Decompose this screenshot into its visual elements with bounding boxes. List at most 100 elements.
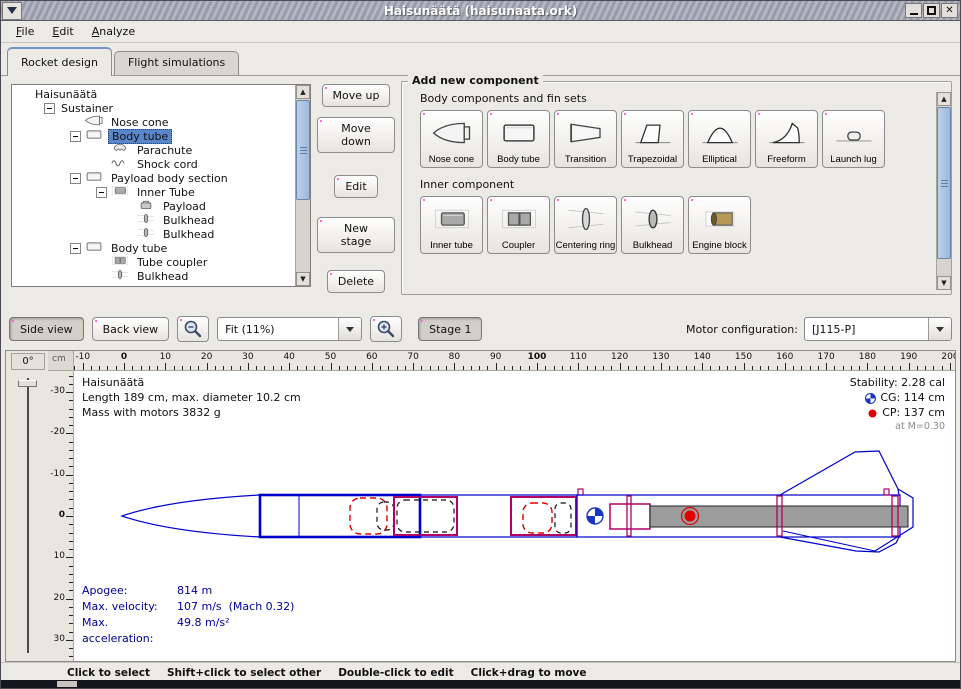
- centering-ring-outline[interactable]: [627, 496, 631, 536]
- add-centering-ring-button[interactable]: Centering ring: [554, 196, 617, 254]
- tree-scrollbar[interactable]: ▲ ▼: [295, 85, 310, 286]
- tree-item-body-tube[interactable]: Body tube: [12, 129, 294, 143]
- scroll-down-icon[interactable]: ▼: [937, 276, 951, 290]
- move-up-button[interactable]: Move up: [322, 84, 391, 107]
- move-down-button[interactable]: Move down: [317, 117, 395, 153]
- add-elliptical-button[interactable]: Elliptical: [688, 110, 751, 168]
- side-view-button[interactable]: Side view: [9, 317, 84, 341]
- tab-rocket-design[interactable]: Rocket design: [7, 47, 112, 76]
- add-freeform-button[interactable]: Freeform: [755, 110, 818, 168]
- maximize-button[interactable]: [923, 3, 940, 18]
- tree-item-payload-body-section[interactable]: Payload body section: [12, 171, 294, 185]
- back-view-button[interactable]: Back view: [92, 317, 170, 341]
- tree-item-haisunäätä[interactable]: Haisunäätä: [12, 87, 294, 101]
- add-launch-lug-button[interactable]: Launch lug: [822, 110, 885, 168]
- bodytube-icon: [84, 128, 104, 141]
- collapse-icon[interactable]: [44, 103, 55, 114]
- zoom-level-combo[interactable]: Fit (11%): [217, 317, 362, 341]
- fin-top-outline[interactable]: [780, 451, 899, 495]
- close-button[interactable]: ✕: [941, 3, 958, 18]
- elliptical-icon: [697, 119, 743, 147]
- tree-indent: [122, 215, 133, 226]
- coupler-icon: [110, 254, 130, 267]
- rotation-slider-track[interactable]: [27, 378, 29, 653]
- nosecone-icon: [429, 119, 475, 147]
- tree-item-bulkhead[interactable]: Bulkhead: [12, 213, 294, 227]
- tree-item-tube-coupler[interactable]: Tube coupler: [12, 255, 294, 269]
- add-component-scrollbar[interactable]: ▲ ▼: [936, 92, 951, 290]
- add-trapezoidal-button[interactable]: Trapezoidal: [621, 110, 684, 168]
- add-body-tube-button[interactable]: Body tube: [487, 110, 550, 168]
- zoom-in-button[interactable]: [370, 316, 402, 342]
- add-coupler-button[interactable]: Coupler: [487, 196, 550, 254]
- tree-item-shock-cord[interactable]: Shock cord: [12, 157, 294, 171]
- h-ruler-label: 170: [813, 352, 839, 362]
- collapse-icon[interactable]: [70, 243, 81, 254]
- component-button-label: Centering ring: [556, 241, 616, 251]
- tree-item-bulkhead[interactable]: Bulkhead: [12, 227, 294, 241]
- h-ruler-label: 30: [235, 352, 261, 362]
- tree-item-bulkhead[interactable]: Bulkhead: [12, 269, 294, 283]
- h-ruler-label: 50: [318, 352, 344, 362]
- edit-button[interactable]: Edit: [334, 175, 377, 198]
- fin-bottom-outline[interactable]: [780, 537, 899, 552]
- parachute-outline[interactable]: [350, 498, 387, 534]
- menu-analyze[interactable]: Analyze: [83, 22, 144, 41]
- add-inner-tube-button[interactable]: Inner tube: [420, 196, 483, 254]
- window-title: Haisunäätä (haisunaata.ork): [1, 4, 960, 18]
- body-tube-selected-outline[interactable]: [260, 495, 420, 537]
- add-engine-block-button[interactable]: Engine block: [688, 196, 751, 254]
- motor-configuration-combo[interactable]: [J115-P]: [804, 317, 952, 341]
- tree-item-label: Nose cone: [108, 116, 171, 129]
- scroll-down-icon[interactable]: ▼: [296, 272, 310, 286]
- menu-edit[interactable]: Edit: [43, 22, 82, 41]
- menu-file[interactable]: File: [7, 22, 43, 41]
- tree-indent: [70, 117, 81, 128]
- minimize-icon: [910, 13, 918, 15]
- add-nose-cone-button[interactable]: Nose cone: [420, 110, 483, 168]
- tree-scrollbar-thumb[interactable]: [296, 100, 310, 200]
- nose-cone-outline[interactable]: [122, 495, 260, 537]
- tree-item-label: Payload: [160, 200, 209, 213]
- component-button-label: Elliptical: [702, 155, 737, 165]
- combo-arrow[interactable]: [928, 318, 951, 340]
- add-component-scrollbar-thumb[interactable]: [937, 107, 951, 259]
- tree-item-nose-cone[interactable]: Nose cone: [12, 115, 294, 129]
- collapse-icon[interactable]: [70, 173, 81, 184]
- zoom-out-button[interactable]: [177, 316, 209, 342]
- collapse-icon[interactable]: [96, 187, 107, 198]
- rocket-canvas[interactable]: Haisunäätä Length 189 cm, max. diameter …: [74, 371, 955, 661]
- tube-coupler-outline[interactable]: [394, 497, 457, 535]
- bulkhead-icon: [136, 212, 156, 225]
- tree-item-payload[interactable]: Payload: [12, 199, 294, 213]
- add-bulkhead-button[interactable]: Bulkhead: [621, 196, 684, 254]
- tree-item-parachute[interactable]: Parachute: [12, 143, 294, 157]
- add-transition-button[interactable]: Transition: [554, 110, 617, 168]
- tree-item-sustainer[interactable]: Sustainer: [12, 101, 294, 115]
- h-ruler-label: 180: [854, 352, 880, 362]
- tab-flight-simulations[interactable]: Flight simulations: [114, 51, 239, 75]
- group-label-body-components-and-fin-sets: Body components and fin sets: [420, 92, 951, 105]
- scroll-up-icon[interactable]: ▲: [296, 85, 310, 99]
- minimize-button[interactable]: [905, 3, 922, 18]
- rotation-slider-handle[interactable]: [18, 380, 37, 387]
- launch-lug-aft-outline[interactable]: [884, 489, 889, 495]
- inner-tube-outline[interactable]: [610, 504, 650, 529]
- window-menu-button[interactable]: [2, 2, 22, 20]
- h-ruler-label: 60: [359, 352, 385, 362]
- h-ruler-label: 90: [483, 352, 509, 362]
- component-button-label: Freeform: [767, 155, 806, 165]
- payload-body-section-outline[interactable]: [420, 495, 577, 537]
- tree-item-inner-tube[interactable]: Inner Tube: [12, 185, 294, 199]
- collapse-icon[interactable]: [70, 131, 81, 142]
- chevron-down-icon: [346, 327, 354, 332]
- new-stage-button[interactable]: New stage: [317, 217, 395, 253]
- launch-lug-outline[interactable]: [578, 489, 583, 495]
- stage-1-button[interactable]: Stage 1: [418, 317, 482, 341]
- delete-button[interactable]: Delete: [327, 270, 385, 293]
- component-button-label: Body tube: [497, 155, 540, 165]
- scroll-up-icon[interactable]: ▲: [937, 92, 951, 106]
- shock-cord-outline[interactable]: [377, 502, 394, 530]
- combo-arrow[interactable]: [338, 318, 361, 340]
- tree-item-body-tube[interactable]: Body tube: [12, 241, 294, 255]
